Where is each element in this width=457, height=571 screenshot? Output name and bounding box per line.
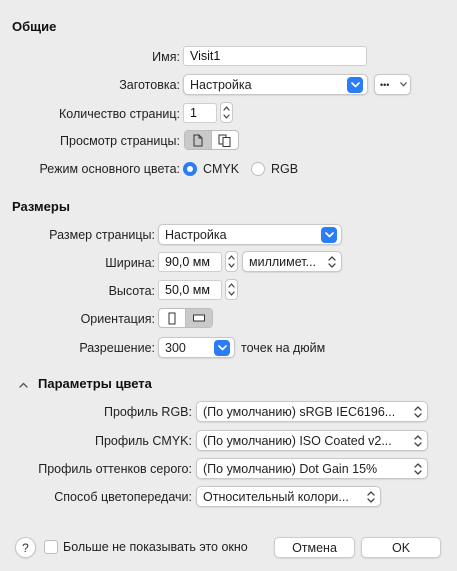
gray-profile-popup[interactable]: (По умолчанию) Dot Gain 15% <box>196 458 428 479</box>
multi-page-option[interactable] <box>211 131 238 149</box>
collapse-chevron-icon[interactable] <box>19 377 28 391</box>
resolution-unit: точек на дюйм <box>241 341 326 355</box>
landscape-icon <box>193 314 205 322</box>
updown-arrows-icon <box>367 490 375 503</box>
cmyk-profile-popup[interactable]: (По умолчанию) ISO Coated v2... <box>196 430 428 451</box>
cmyk-label: CMYK <box>203 162 240 176</box>
height-label: Высота: <box>108 284 155 298</box>
pages-label: Количество страниц: <box>59 107 180 121</box>
updown-arrows-icon <box>223 106 230 119</box>
portrait-option[interactable] <box>159 309 185 327</box>
chevron-down-icon <box>214 339 230 356</box>
rgb-profile-value: (По умолчанию) sRGB IEC6196... <box>203 404 396 419</box>
color-mode-label: Режим основного цвета: <box>39 162 180 176</box>
units-popup[interactable]: миллимет... <box>242 251 342 272</box>
preset-more-button[interactable]: ••• <box>374 74 411 95</box>
height-input[interactable]: 50,0 мм <box>158 280 222 300</box>
landscape-option[interactable] <box>185 309 212 327</box>
preset-value: Настройка <box>190 77 252 92</box>
width-label: Ширина: <box>105 256 155 270</box>
updown-arrows-icon <box>414 434 422 447</box>
resolution-value: 300 <box>165 340 186 355</box>
updown-arrows-icon <box>414 405 422 418</box>
gray-profile-label: Профиль оттенков серого: <box>38 462 192 476</box>
section-title-color: Параметры цвета <box>38 376 152 391</box>
section-title-sizes: Размеры <box>12 199 70 214</box>
name-input[interactable]: Visit1 <box>183 46 367 66</box>
preset-label: Заготовка: <box>119 78 180 92</box>
height-stepper[interactable] <box>225 279 238 300</box>
cancel-button[interactable]: Отмена <box>274 537 355 558</box>
updown-arrows-icon <box>414 462 422 475</box>
page-size-value: Настройка <box>165 227 227 242</box>
orientation-toggle[interactable] <box>158 308 213 328</box>
dont-show-checkbox[interactable] <box>44 540 58 554</box>
cmyk-radio[interactable] <box>183 162 197 176</box>
width-stepper[interactable] <box>225 251 238 272</box>
more-icon: ••• <box>380 79 390 90</box>
page-size-label: Размер страницы: <box>49 228 155 242</box>
updown-arrows-icon <box>228 255 235 268</box>
multi-page-icon <box>218 134 231 147</box>
page-size-popup[interactable]: Настройка <box>158 224 342 245</box>
units-value: миллимет... <box>249 254 317 269</box>
help-button[interactable]: ? <box>15 537 36 558</box>
preview-label: Просмотр страницы: <box>60 134 180 148</box>
gray-profile-value: (По умолчанию) Dot Gain 15% <box>203 461 378 476</box>
rgb-label: RGB <box>271 162 299 176</box>
page-preview-toggle[interactable] <box>184 130 239 150</box>
updown-arrows-icon <box>328 255 336 268</box>
pages-stepper[interactable] <box>220 102 233 123</box>
pages-input[interactable]: 1 <box>183 103 217 123</box>
chevron-down-icon <box>347 76 363 93</box>
resolution-label: Разрешение: <box>79 341 155 355</box>
chevron-down-icon <box>400 82 407 87</box>
updown-arrows-icon <box>228 283 235 296</box>
rgb-profile-label: Профиль RGB: <box>104 405 192 419</box>
width-input[interactable]: 90,0 мм <box>158 252 222 272</box>
intent-popup[interactable]: Относительный колори... <box>196 486 381 507</box>
ok-button[interactable]: OK <box>361 537 441 558</box>
intent-label: Способ цветопередачи: <box>54 490 192 504</box>
rgb-profile-popup[interactable]: (По умолчанию) sRGB IEC6196... <box>196 401 428 422</box>
resolution-combo[interactable]: 300 <box>158 337 235 358</box>
single-page-option[interactable] <box>185 131 211 149</box>
preset-popup[interactable]: Настройка <box>183 74 368 95</box>
dont-show-label: Больше не показывать это окно <box>63 540 248 554</box>
single-page-icon <box>193 134 203 146</box>
portrait-icon <box>168 312 176 324</box>
intent-value: Относительный колори... <box>203 489 349 504</box>
orientation-label: Ориентация: <box>80 312 155 326</box>
cmyk-profile-label: Профиль CMYK: <box>94 434 192 448</box>
cmyk-profile-value: (По умолчанию) ISO Coated v2... <box>203 433 392 448</box>
chevron-down-icon <box>321 226 337 243</box>
rgb-radio[interactable] <box>251 162 265 176</box>
section-title-general: Общие <box>12 19 57 34</box>
name-label: Имя: <box>152 50 180 64</box>
